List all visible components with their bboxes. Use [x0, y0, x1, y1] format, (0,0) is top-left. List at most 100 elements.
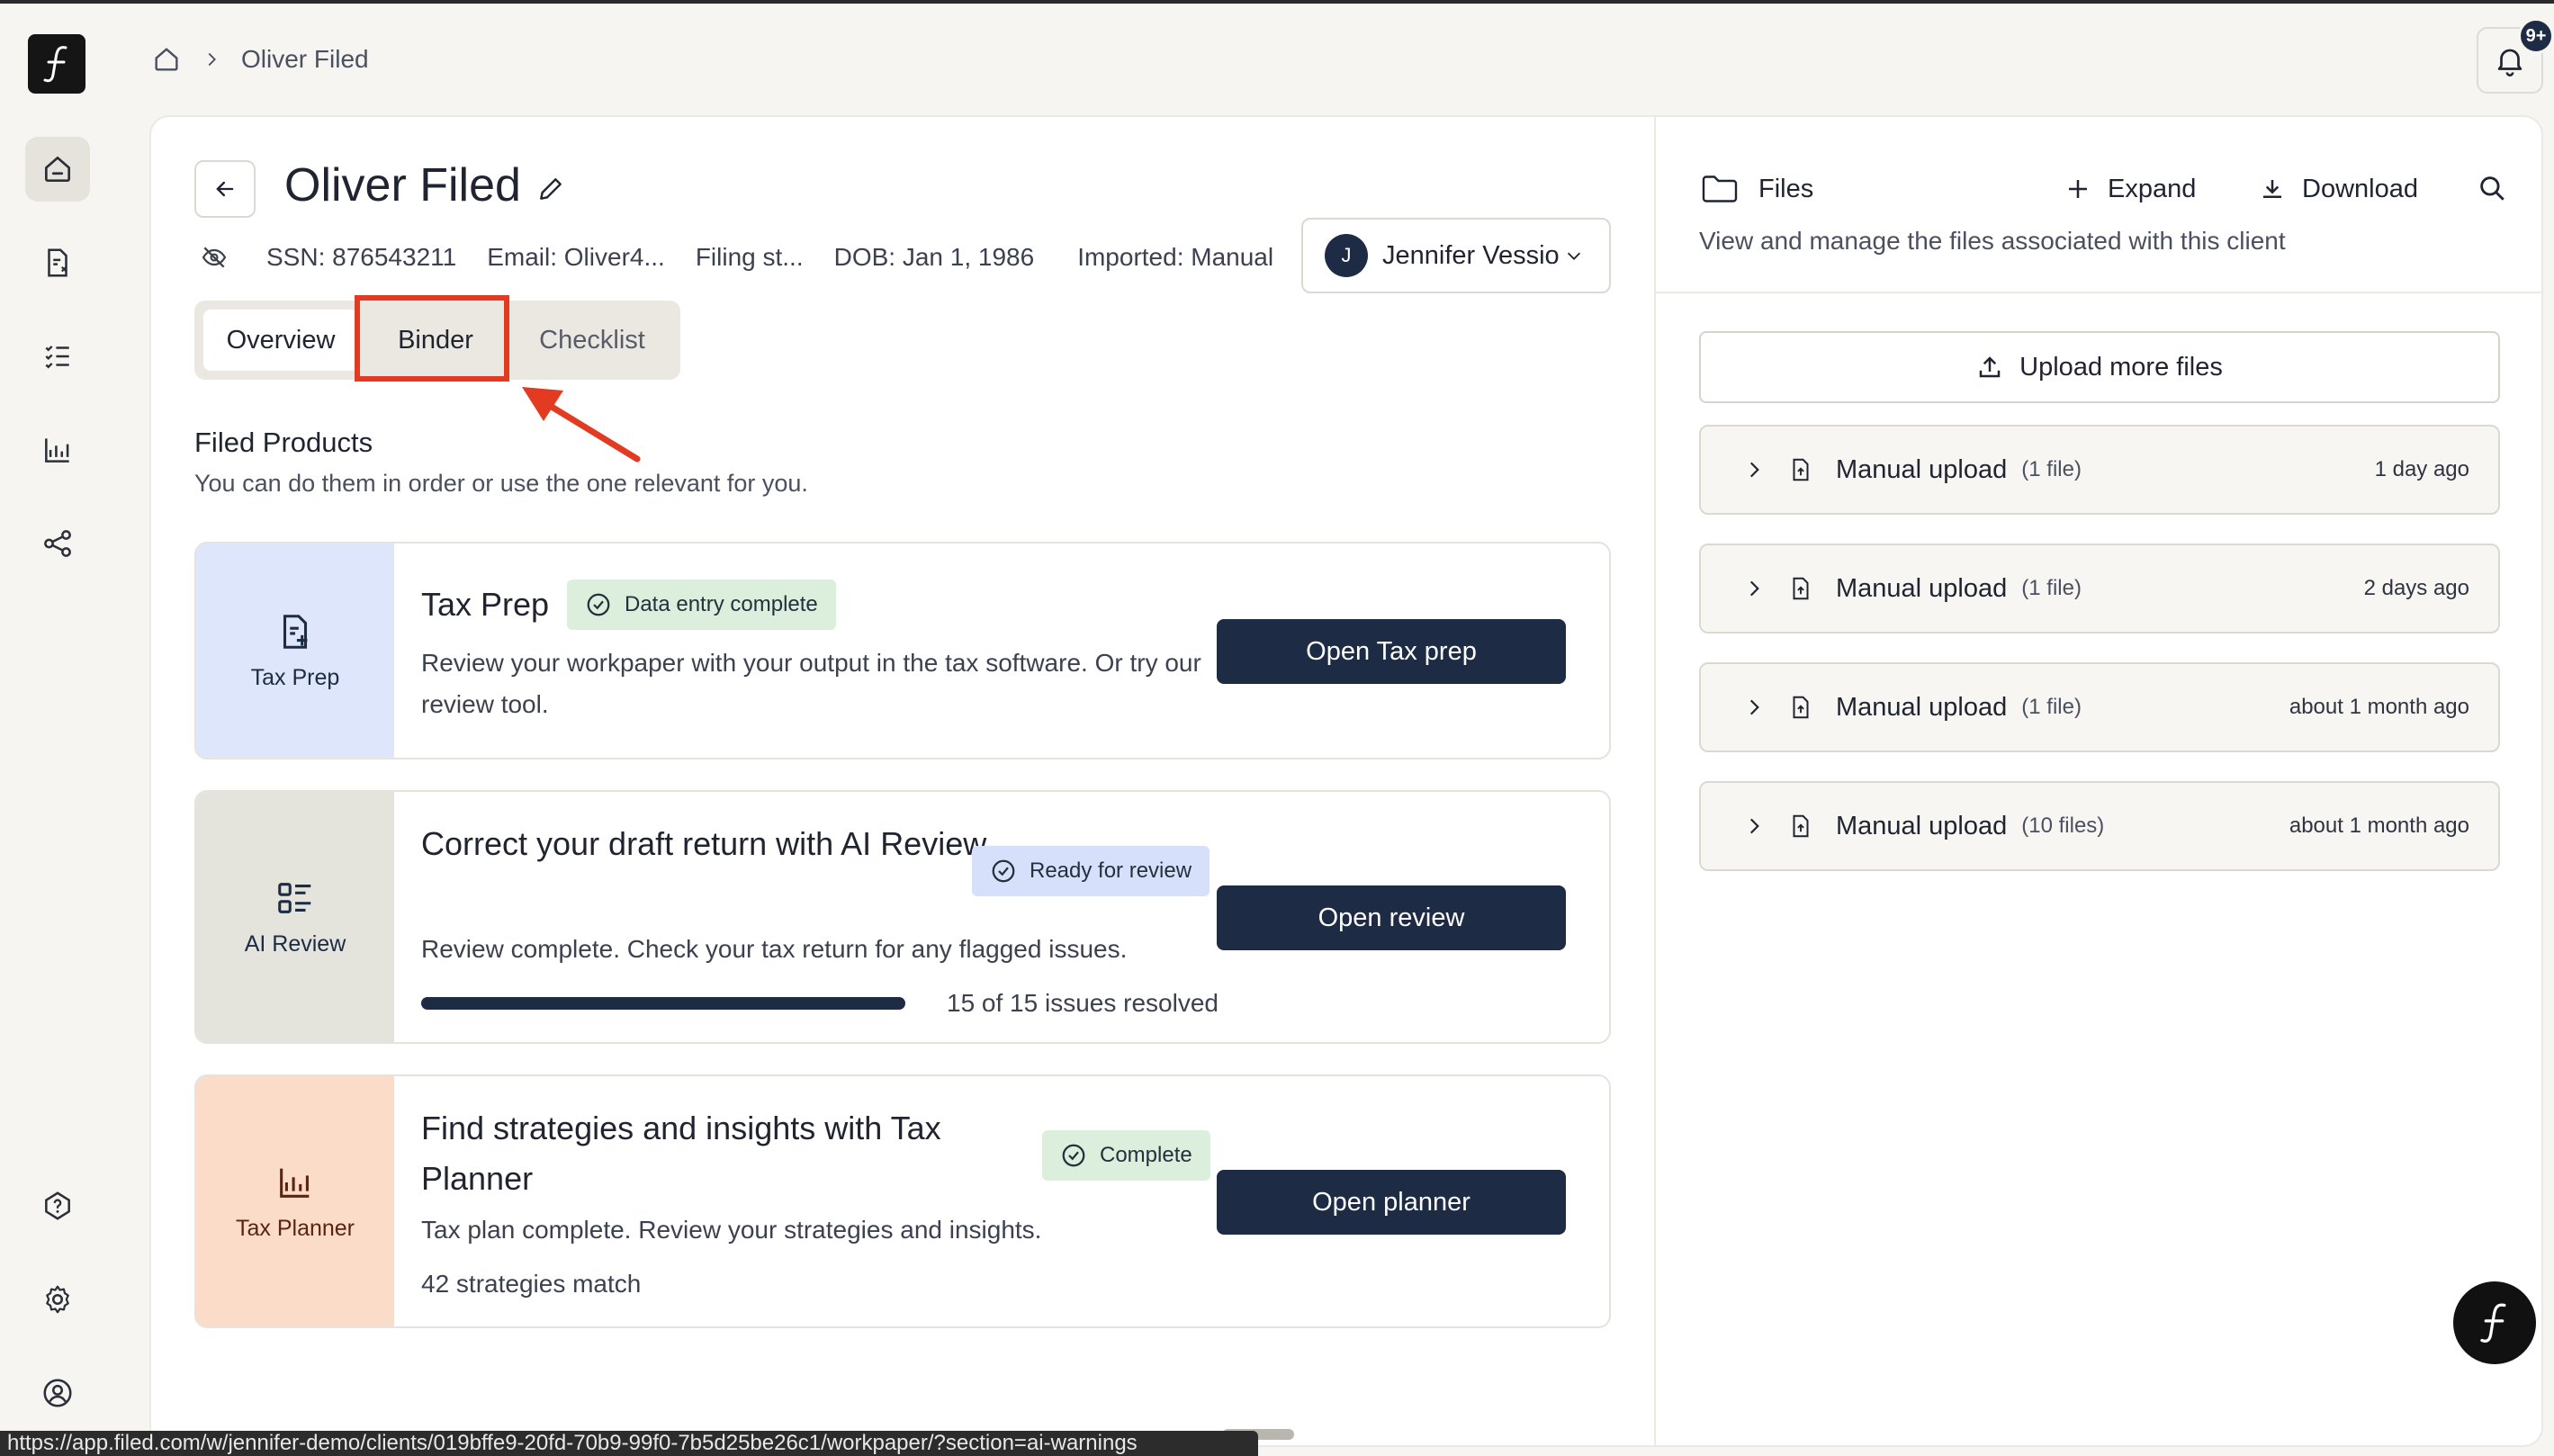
chevron-right-icon[interactable] — [1742, 577, 1766, 600]
logo-f-icon — [2480, 1303, 2506, 1343]
product-title: Tax Prep — [421, 586, 550, 623]
chart-icon — [45, 438, 69, 463]
nav-share[interactable] — [25, 511, 90, 576]
product-side-tax-planner: Tax Planner — [196, 1076, 394, 1326]
user-icon — [43, 1379, 72, 1407]
upload-icon — [1979, 356, 2001, 378]
file-upload-icon — [1793, 577, 1809, 600]
file-group-name: Manual upload — [1836, 454, 2008, 484]
filed-products-subtitle: You can do them in order or use the one … — [194, 470, 808, 497]
download-icon — [2263, 180, 2281, 198]
file-group-name: Manual upload — [1836, 811, 2008, 840]
files-subtitle: View and manage the files associated wit… — [1699, 227, 2286, 255]
client-ssn: SSN: 876543211 — [266, 243, 457, 271]
notifications-button[interactable]: 9+ — [2477, 18, 2554, 94]
client-filing-status: Filing st... — [695, 243, 804, 271]
files-title-label: Files — [1758, 174, 1814, 203]
product-title: Correct your draft return with AI Review — [421, 825, 987, 862]
file-upload-icon — [1793, 458, 1809, 481]
product-side-label: AI Review — [244, 930, 346, 957]
eye-off-icon[interactable] — [200, 243, 229, 272]
tab-checklist[interactable]: Checklist — [513, 310, 671, 371]
chevron-right-icon[interactable] — [1742, 814, 1766, 838]
search-icon[interactable] — [2477, 173, 2507, 203]
chevron-right-icon[interactable] — [1742, 696, 1766, 719]
status-badge-label: Complete — [1100, 1143, 1192, 1167]
chevron-right-icon[interactable] — [1742, 458, 1766, 481]
nav-profile[interactable] — [25, 1361, 90, 1425]
breadcrumb: Oliver Filed — [151, 40, 369, 79]
list-review-icon — [278, 882, 311, 913]
tab-overview[interactable]: Overview — [203, 310, 358, 371]
home-icon[interactable] — [151, 44, 182, 75]
expand-label: Expand — [2108, 174, 2197, 203]
assistant-fab-button[interactable] — [2453, 1281, 2536, 1364]
file-count: (10 files) — [2021, 813, 2105, 838]
upload-more-files-button[interactable]: Upload more files — [1699, 331, 2500, 403]
nav-documents[interactable] — [25, 230, 90, 295]
nav-help[interactable] — [25, 1173, 90, 1238]
file-timestamp: 1 day ago — [2374, 457, 2469, 481]
nav-home[interactable] — [25, 137, 90, 202]
file-group-row[interactable]: Manual upload (1 file) 2 days ago — [1699, 544, 2500, 634]
link-status-bar: https://app.filed.com/w/jennifer-demo/cl… — [0, 1431, 1258, 1456]
download-button[interactable]: Download — [2259, 171, 2418, 207]
chart-icon — [280, 1168, 310, 1198]
client-imported: Imported: Manual — [1077, 243, 1274, 271]
product-side-tax-prep: Tax Prep — [196, 544, 394, 758]
client-email: Email: Oliver4... — [487, 243, 665, 271]
file-timestamp: about 1 month ago — [2289, 695, 2469, 719]
product-description: Review complete. Check your tax return f… — [421, 935, 1128, 963]
checklist-icon — [45, 346, 69, 369]
check-circle-icon — [587, 593, 610, 616]
avatar: J — [1325, 234, 1368, 277]
tax-document-icon — [283, 614, 308, 649]
product-card-tax-planner: Tax Planner Find strategies and insights… — [194, 1074, 1611, 1328]
status-badge: Complete — [1042, 1130, 1210, 1181]
filed-logo[interactable] — [28, 34, 85, 94]
expand-button[interactable]: Expand — [2064, 171, 2196, 207]
download-label: Download — [2302, 174, 2418, 203]
assignee-select[interactable]: J Jennifer Vessio — [1301, 218, 1611, 293]
file-count: (1 file) — [2021, 457, 2082, 481]
open-review-button[interactable]: Open review — [1217, 885, 1566, 950]
file-upload-icon — [1793, 814, 1809, 838]
check-circle-icon — [1062, 1144, 1085, 1167]
product-title: Find strategies and insights with Tax Pl… — [421, 1110, 941, 1197]
document-icon — [48, 248, 67, 277]
settings-icon — [46, 1285, 69, 1314]
folder-icon — [1702, 175, 1738, 202]
file-count: (1 file) — [2021, 695, 2082, 719]
nav-analytics[interactable] — [25, 418, 90, 482]
plus-icon — [2069, 180, 2087, 198]
file-group-row[interactable]: Manual upload (1 file) about 1 month ago — [1699, 662, 2500, 752]
client-meta: SSN: 876543211 Email: Oliver4... Filing … — [200, 239, 1304, 275]
product-card-tax-prep: Tax Prep Tax Prep Data entry complete Re… — [194, 542, 1611, 759]
notification-badge: 9+ — [2518, 18, 2554, 54]
file-upload-icon — [1793, 696, 1809, 719]
product-side-label: Tax Planner — [235, 1215, 355, 1241]
product-side-label: Tax Prep — [250, 664, 340, 690]
bell-icon — [2497, 49, 2523, 76]
issues-progress-text: 15 of 15 issues resolved — [947, 989, 1219, 1017]
status-badge-label: Data entry complete — [625, 592, 818, 616]
status-badge: Ready for review — [972, 846, 1210, 896]
pencil-icon[interactable] — [536, 175, 565, 203]
files-divider — [1656, 292, 2543, 293]
product-description: Tax plan complete. Review your strategie… — [421, 1216, 1042, 1244]
file-timestamp: 2 days ago — [2363, 576, 2469, 600]
check-circle-icon — [992, 859, 1015, 883]
filed-products-title: Filed Products — [194, 427, 373, 458]
open-tax-prep-button[interactable]: Open Tax prep — [1217, 619, 1566, 684]
status-badge: Data entry complete — [567, 580, 836, 630]
nav-settings[interactable] — [25, 1267, 90, 1332]
back-button[interactable] — [194, 160, 256, 218]
file-group-row[interactable]: Manual upload (10 files) about 1 month a… — [1699, 781, 2500, 871]
sidebar — [0, 4, 115, 1456]
status-badge-label: Ready for review — [1030, 858, 1192, 883]
nav-checklist[interactable] — [25, 324, 90, 389]
file-group-row[interactable]: Manual upload (1 file) 1 day ago — [1699, 425, 2500, 515]
file-timestamp: about 1 month ago — [2289, 813, 2469, 838]
open-planner-button[interactable]: Open planner — [1217, 1170, 1566, 1235]
breadcrumb-current[interactable]: Oliver Filed — [241, 45, 369, 74]
